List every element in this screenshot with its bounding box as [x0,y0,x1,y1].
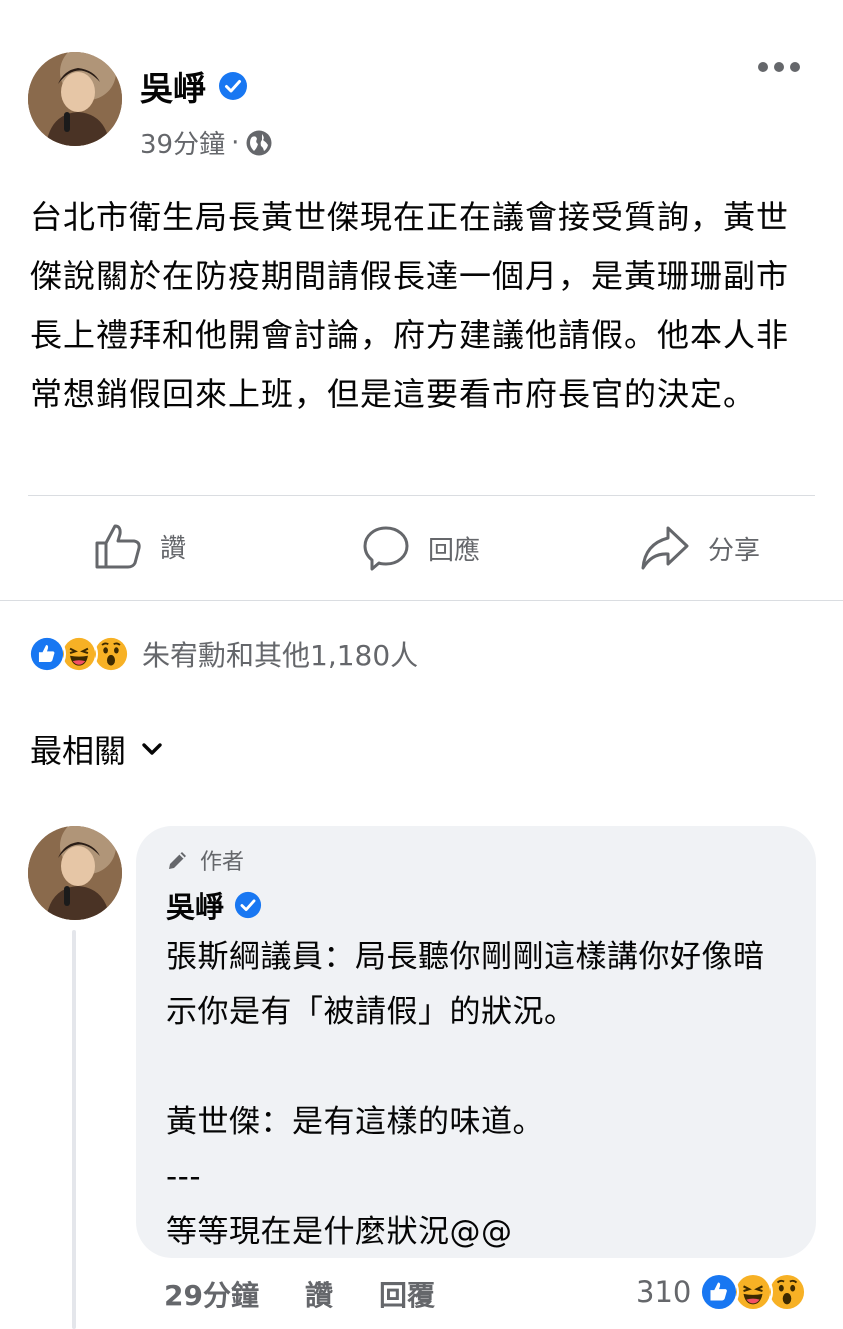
haha-reaction-icon [733,1272,774,1312]
comment-text: 張斯綱議員：局長聽你剛剛這樣講你好像暗示你是有「被請假」的狀況。 黃世傑：是有這… [166,939,765,1250]
post-author-name[interactable]: 吳崢 [140,62,206,110]
verified-badge-icon [219,72,247,100]
post-text: 台北市衛生局長黃世傑現在正在議會接受質詢，黃世傑說關於在防疫期間請假長達一個月，… [30,198,790,413]
like-reaction-icon [28,635,66,673]
like-label: 讚 [160,533,187,564]
actions-divider [0,600,843,601]
sort-label: 最相關 [30,732,127,770]
reactions-summary-text: 朱宥勳和其他1,180人 [142,639,419,672]
comment-bubble: 作者 吳崢 張斯綱議員：局長聽你剛剛這樣講你好像暗示你是有「被請假」的狀況。 黃… [136,826,816,1258]
comment-reactions[interactable]: 310 [636,1272,808,1312]
comment-bubble-icon [363,526,409,571]
post-timestamp[interactable]: 39分鐘 [140,124,225,161]
thumbs-up-icon [95,524,141,569]
comment-label: 回應 [428,535,481,566]
share-button[interactable]: 分享 [640,524,760,572]
comment-sort-dropdown[interactable]: 最相關 [30,726,164,772]
reactions-summary[interactable]: 朱宥勳和其他1,180人 [28,634,418,674]
post-divider [28,495,815,496]
comment-button[interactable]: 回應 [362,524,480,572]
share-arrow-icon [641,526,689,570]
wow-reaction-icon [767,1272,808,1312]
pencil-icon [169,852,186,869]
author-badge-label: 作者 [200,850,245,875]
comment-thread-line [72,930,76,1329]
comment-reply-button[interactable]: 回覆 [379,1274,435,1314]
share-label: 分享 [708,535,761,566]
comment-like-button[interactable]: 讚 [305,1274,333,1314]
verified-badge-icon [234,891,262,919]
author-badge: 作者 [166,844,786,876]
meta-separator: · [231,127,240,158]
chevron-down-icon [142,743,162,755]
comment-author-avatar[interactable] [28,826,122,920]
comment-reaction-count: 310 [636,1275,692,1309]
globe-icon [246,130,272,155]
like-button[interactable]: 讚 [94,522,186,570]
post-author-avatar[interactable] [28,52,122,146]
like-reaction-icon [699,1272,740,1312]
more-options-icon[interactable] [758,62,800,72]
comment-author-name[interactable]: 吳崢 [166,884,224,926]
comment-timestamp[interactable]: 29分鐘 [164,1274,259,1314]
